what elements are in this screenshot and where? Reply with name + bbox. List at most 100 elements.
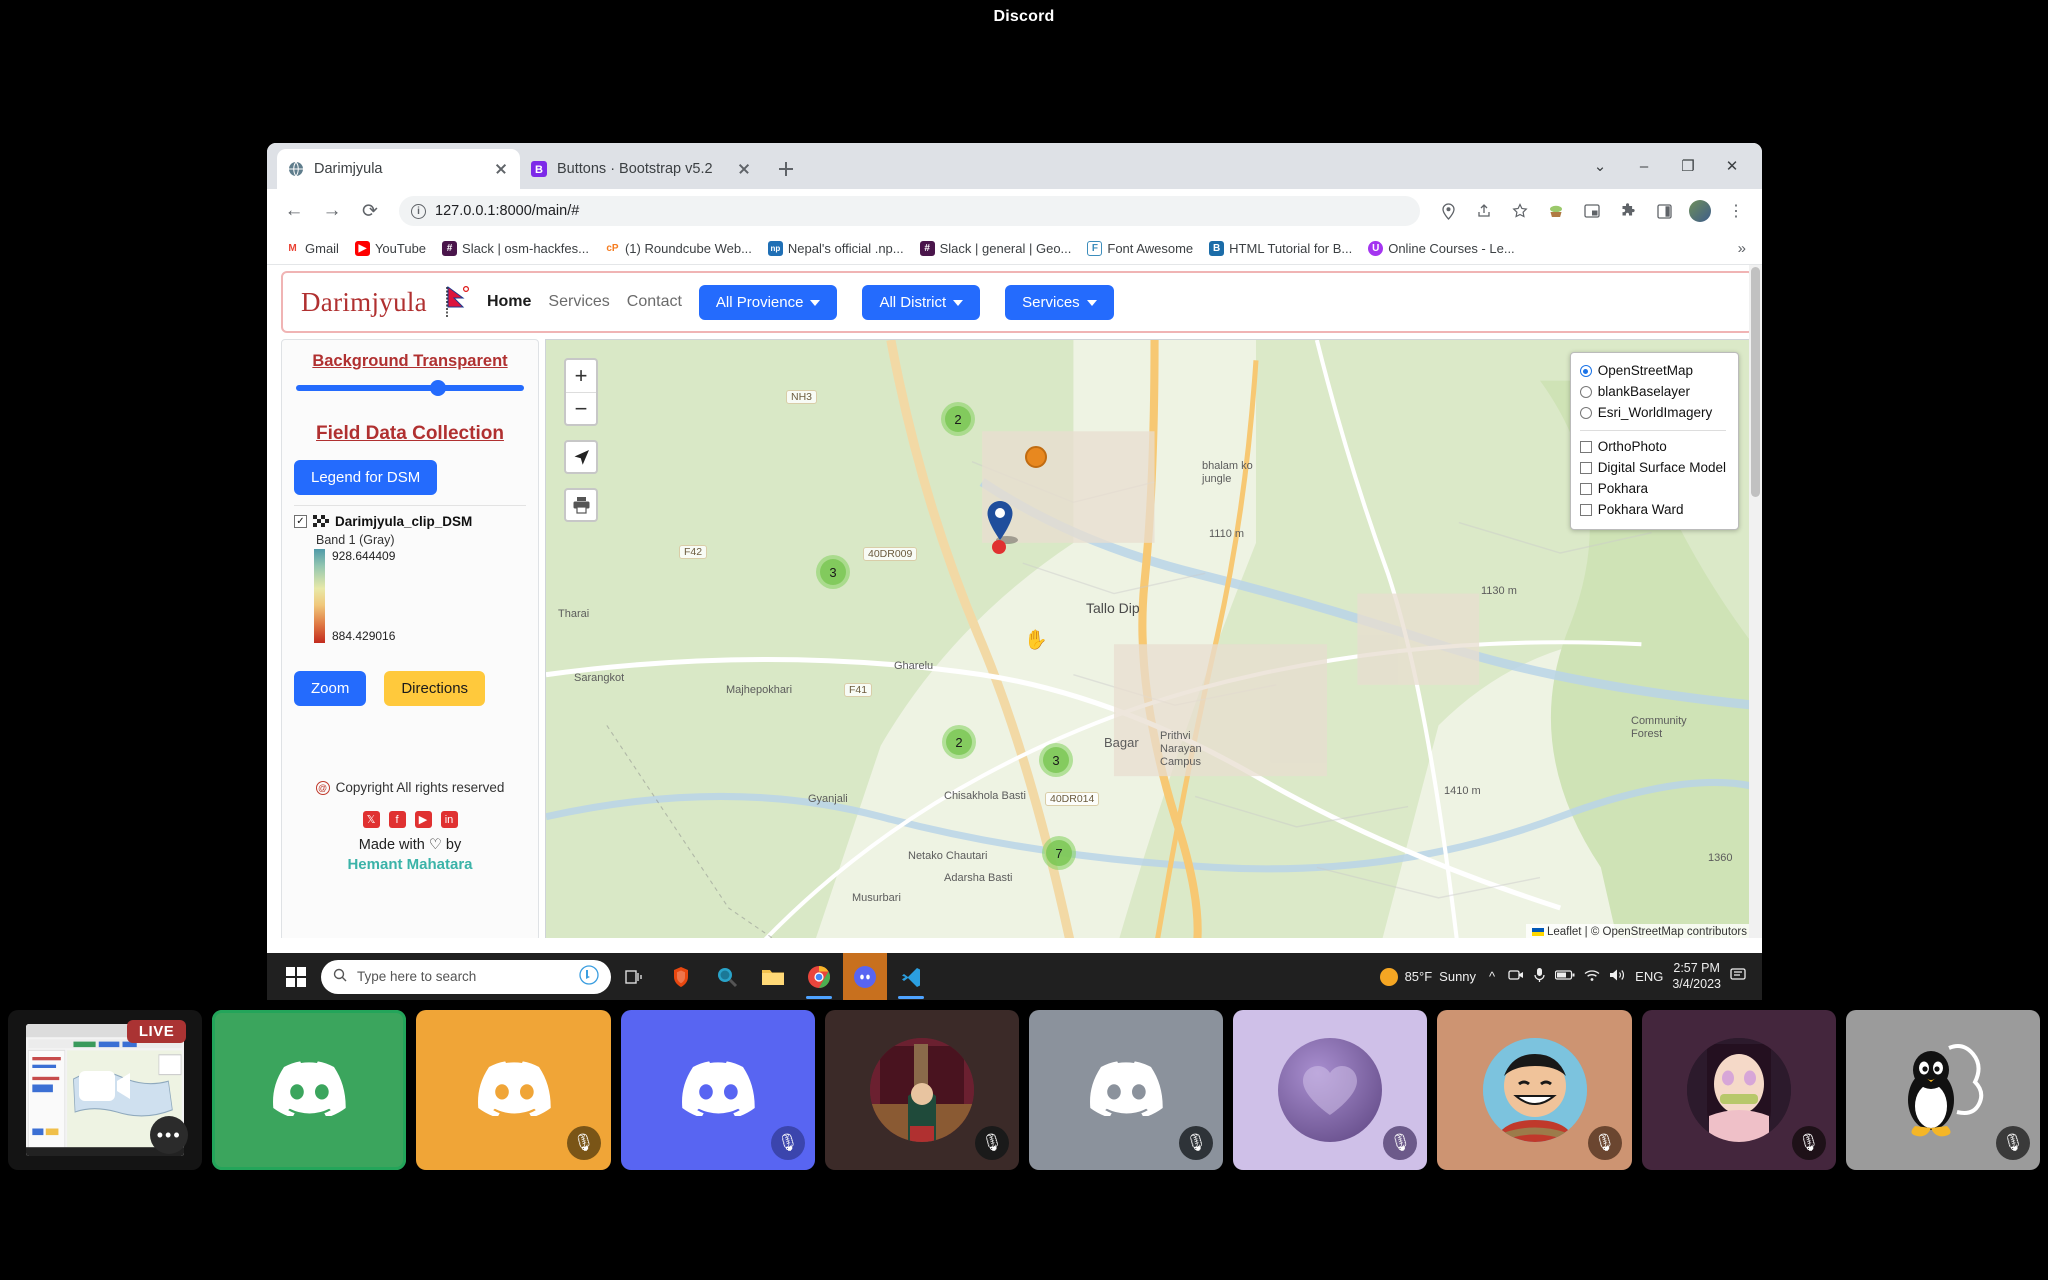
scrollbar-thumb[interactable] <box>1751 267 1760 497</box>
twitter-icon[interactable]: 𝕏 <box>362 811 380 828</box>
author-name[interactable]: Hemant Mahatara <box>294 856 526 873</box>
bookmark-font-awesome[interactable]: F Font Awesome <box>1081 238 1199 259</box>
services-dropdown[interactable]: Services <box>1005 284 1114 320</box>
bookmark-youtube[interactable]: ▶ YouTube <box>349 238 432 259</box>
facebook-icon[interactable]: f <box>388 811 406 828</box>
cluster-marker[interactable]: 3 <box>1039 743 1073 777</box>
radio-icon[interactable] <box>1579 386 1592 399</box>
all-provience-dropdown[interactable]: All Provience <box>698 284 838 320</box>
close-icon[interactable] <box>735 160 753 178</box>
zoom-button[interactable]: Zoom <box>294 671 367 706</box>
extensions-icon[interactable] <box>1614 197 1642 225</box>
layer-checkbox[interactable]: ✓ <box>294 515 307 528</box>
participant-tile-nezuko[interactable]: 🎙 <box>1641 1010 1836 1170</box>
locate-icon[interactable] <box>564 440 598 474</box>
participant-tile-luffy[interactable]: 🎙 <box>1437 1010 1632 1170</box>
close-icon[interactable] <box>492 160 510 178</box>
task-view-icon[interactable] <box>613 953 657 1000</box>
radio-icon[interactable] <box>1579 365 1592 378</box>
bookmark-roundcube[interactable]: cP (1) Roundcube Web... <box>599 238 758 259</box>
baselayer-blankbaselayer[interactable]: blankBaselayer <box>1579 382 1726 403</box>
minimize-button[interactable]: – <box>1622 149 1666 183</box>
participant-tile-blurple[interactable]: 🎙 <box>620 1010 815 1170</box>
nav-link-contact[interactable]: Contact <box>627 293 682 311</box>
new-tab-button[interactable] <box>771 154 801 184</box>
weather-widget[interactable]: 85°F Sunny <box>1379 967 1476 986</box>
taskbar-search[interactable]: Type here to search <box>321 959 611 994</box>
overlay-orthophoto[interactable]: OrthoPhoto <box>1579 437 1726 458</box>
profile-avatar[interactable] <box>1686 197 1714 225</box>
overlay-digital-surface-model[interactable]: Digital Surface Model <box>1579 458 1726 479</box>
pip-icon[interactable] <box>1578 197 1606 225</box>
address-bar[interactable]: i 127.0.0.1:8000/main/# <box>399 196 1420 226</box>
print-icon[interactable] <box>564 488 598 522</box>
cluster-marker[interactable]: 2 <box>941 402 975 436</box>
directions-button[interactable]: Directions <box>384 671 486 706</box>
zoom-control[interactable]: + − <box>564 358 598 426</box>
checkbox-icon[interactable] <box>1579 503 1592 516</box>
screen-share-tile[interactable]: LIVE ••• <box>8 1010 203 1170</box>
microphone-icon[interactable] <box>1533 967 1546 986</box>
bookmark-html-tutorial[interactable]: B HTML Tutorial for B... <box>1203 238 1358 259</box>
cluster-marker[interactable]: 7 <box>1042 836 1076 870</box>
camera-icon[interactable] <box>1508 968 1524 985</box>
cluster-marker[interactable]: 3 <box>816 555 850 589</box>
back-icon[interactable]: ← <box>279 196 309 226</box>
file-explorer-icon[interactable] <box>751 953 795 1000</box>
plant-icon[interactable] <box>1542 197 1570 225</box>
page-scrollbar[interactable] <box>1749 265 1762 938</box>
tab-search-chevron-icon[interactable]: ⌄ <box>1578 149 1622 183</box>
bookmark-online-courses[interactable]: U Online Courses - Le... <box>1362 238 1520 259</box>
bookmarks-overflow-icon[interactable]: » <box>1738 240 1750 257</box>
bookmark-slack-osm[interactable]: # Slack | osm-hackfes... <box>436 238 595 259</box>
layer-control-panel[interactable]: OpenStreetMap blankBaselayer Esri_WorldI… <box>1569 352 1739 531</box>
chrome-icon[interactable] <box>797 953 841 1000</box>
baselayer-esri-worldimagery[interactable]: Esri_WorldImagery <box>1579 403 1726 424</box>
nav-link-home[interactable]: Home <box>487 293 531 311</box>
battery-icon[interactable] <box>1555 969 1575 984</box>
layer-list-item[interactable]: ✓ Darimjyula_clip_DSM <box>294 505 526 529</box>
zoom-out-button[interactable]: − <box>566 392 596 424</box>
vscode-icon[interactable] <box>889 953 933 1000</box>
more-options-icon[interactable]: ••• <box>150 1116 189 1154</box>
baselayer-openstreetmap[interactable]: OpenStreetMap <box>1579 361 1726 382</box>
volume-icon[interactable] <box>1609 968 1626 985</box>
language-indicator[interactable]: ENG <box>1635 969 1663 984</box>
opacity-slider[interactable] <box>296 380 524 396</box>
bookmark-slack-general[interactable]: # Slack | general | Geo... <box>914 238 1078 259</box>
nav-link-services[interactable]: Services <box>548 293 609 311</box>
overlay-pokhara-ward[interactable]: Pokhara Ward <box>1579 500 1726 521</box>
brave-icon[interactable] <box>659 953 703 1000</box>
zoom-in-button[interactable]: + <box>566 360 596 392</box>
map-attribution[interactable]: Leaflet | © OpenStreetMap contributors <box>1525 924 1753 938</box>
checkbox-icon[interactable] <box>1579 483 1592 496</box>
discord-icon[interactable] <box>843 953 887 1000</box>
leaflet-map[interactable]: NH3 F42 40DR009 F41 40DR014 Tharai Saran… <box>545 339 1754 938</box>
checkbox-icon[interactable] <box>1579 441 1592 454</box>
slider-thumb[interactable] <box>430 380 446 396</box>
bookmark-gmail[interactable]: M Gmail <box>279 238 345 259</box>
participant-tile-anime-1[interactable]: 🎙 <box>824 1010 1020 1170</box>
youtube-icon[interactable]: ▶ <box>414 811 432 828</box>
cluster-marker[interactable]: 2 <box>942 725 976 759</box>
close-window-button[interactable]: ✕ <box>1710 149 1754 183</box>
checkbox-icon[interactable] <box>1579 462 1592 475</box>
radio-icon[interactable] <box>1579 407 1592 420</box>
menu-icon[interactable]: ⋮ <box>1722 197 1750 225</box>
participant-tile-green[interactable] <box>212 1010 407 1170</box>
location-icon[interactable] <box>1434 197 1462 225</box>
circle-marker-orange[interactable] <box>1025 446 1047 468</box>
star-icon[interactable] <box>1506 197 1534 225</box>
chevron-up-icon[interactable]: ^ <box>1485 969 1499 984</box>
participant-tile-tux[interactable]: 🎙 <box>1845 1010 2041 1170</box>
forward-icon[interactable]: → <box>317 196 347 226</box>
site-brand[interactable]: Darimjyula <box>301 287 427 318</box>
all-district-dropdown[interactable]: All District <box>862 284 981 320</box>
reload-icon[interactable]: ⟳ <box>355 196 385 226</box>
tab-darimjyula[interactable]: Darimjyula <box>277 149 520 189</box>
site-info-icon[interactable]: i <box>411 203 426 219</box>
bing-chat-icon[interactable] <box>579 965 599 988</box>
notifications-icon[interactable] <box>1730 967 1748 986</box>
overlay-pokhara[interactable]: Pokhara <box>1579 479 1726 500</box>
start-button[interactable] <box>273 953 319 1000</box>
